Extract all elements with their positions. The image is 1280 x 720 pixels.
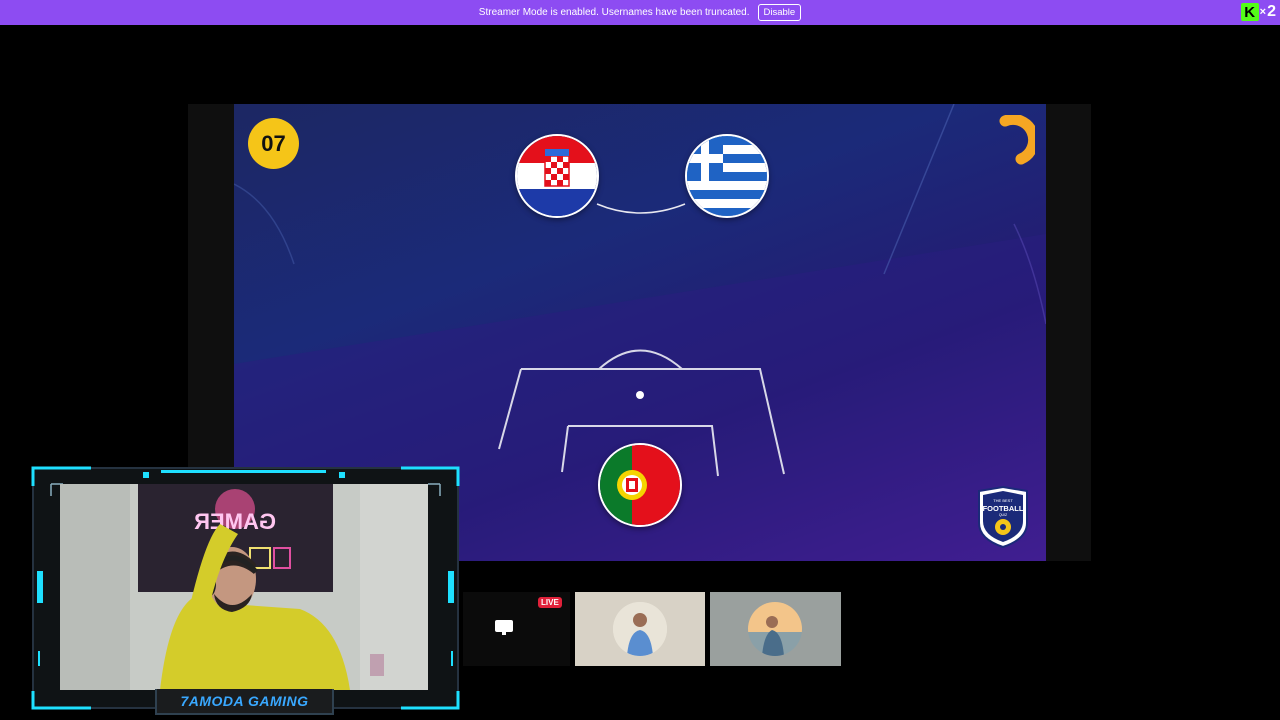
participant-tile-user-1[interactable] xyxy=(575,592,705,666)
kick-x2-logo[interactable]: K × 2 xyxy=(1240,3,1276,21)
croatia-flag-icon xyxy=(515,134,599,218)
svg-text:FOOTBALL: FOOTBALL xyxy=(983,504,1024,513)
streamer-mode-banner: Streamer Mode is enabled. Usernames have… xyxy=(0,0,1280,25)
portugal-flag-icon xyxy=(598,443,682,527)
participant-tile-user-2[interactable] xyxy=(710,592,841,666)
question-timer: 07 xyxy=(248,118,299,169)
svg-text:GAMER: GAMER xyxy=(194,509,276,534)
svg-text:THE BEST: THE BEST xyxy=(993,498,1013,503)
disable-streamer-mode-button[interactable]: Disable xyxy=(757,4,802,21)
webcam-video: GAMER xyxy=(60,484,428,690)
greece-flag-icon xyxy=(685,134,769,218)
live-badge: LIVE xyxy=(538,597,562,608)
streamer-mode-message: Streamer Mode is enabled. Usernames have… xyxy=(478,7,750,18)
kick-logo-icon: K xyxy=(1240,3,1259,21)
monitor-icon xyxy=(495,620,513,635)
best-football-quiz-logo: THE BEST FOOTBALL QUIZ xyxy=(975,485,1031,549)
avatar xyxy=(748,602,802,656)
avatar xyxy=(613,602,667,656)
streamer-name-plate: 7AMODA GAMING xyxy=(155,689,334,715)
svg-text:QUIZ: QUIZ xyxy=(999,513,1008,517)
loading-spinner-icon xyxy=(985,113,1040,167)
